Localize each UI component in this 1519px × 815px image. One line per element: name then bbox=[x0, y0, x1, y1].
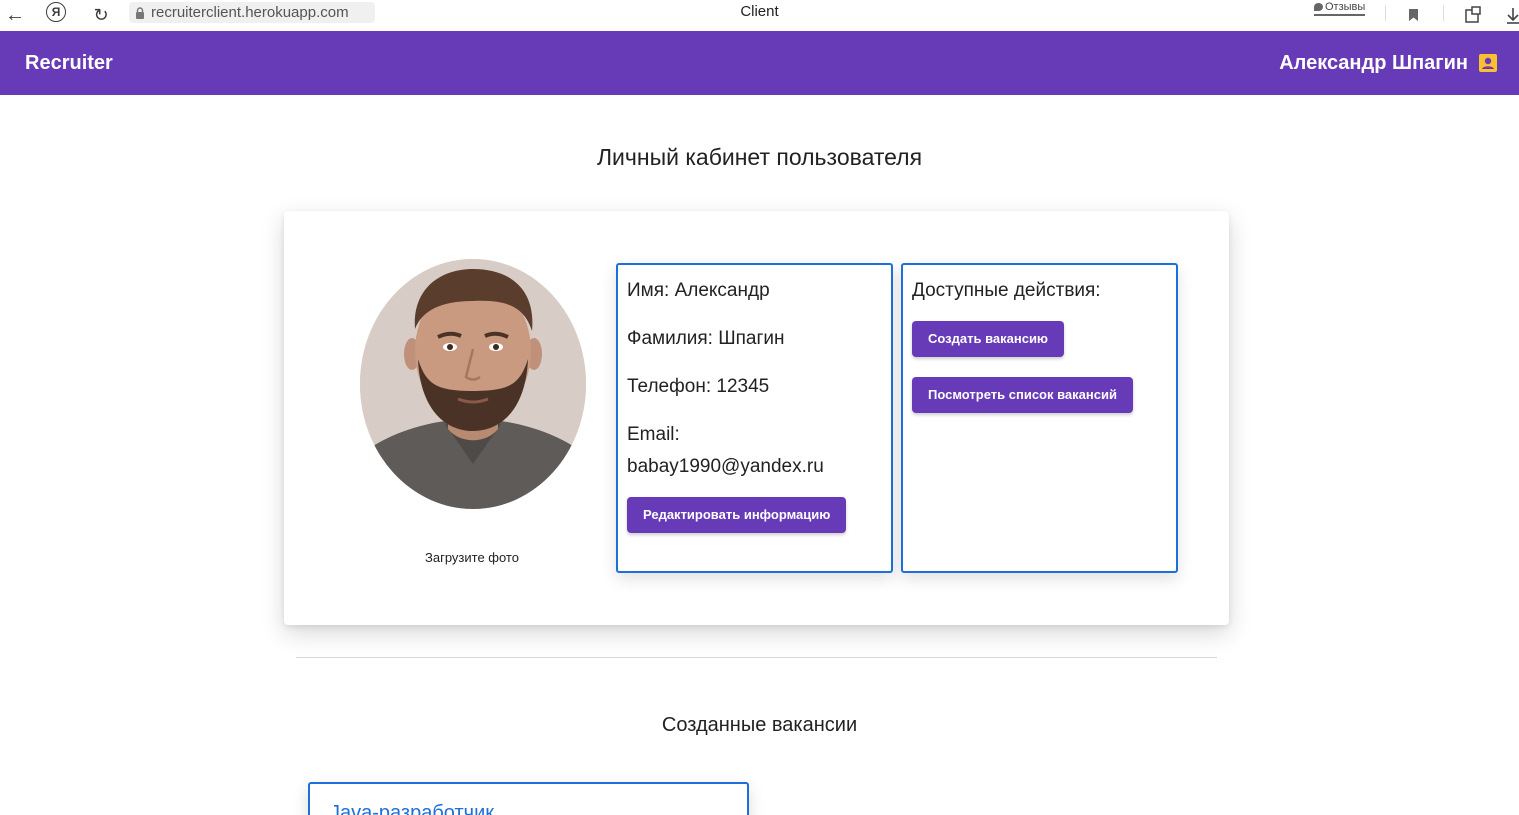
vacancy-title-link[interactable]: Java-разработчик bbox=[330, 802, 494, 815]
browser-toolbar: ← Я ↻ recruiterclient.herokuapp.com Clie… bbox=[0, 0, 1519, 31]
profile-card: Загрузите фото Имя: Александр Фамилия: Ш… bbox=[284, 211, 1229, 625]
extensions-icon[interactable] bbox=[1462, 4, 1484, 26]
bookmark-icon[interactable] bbox=[1402, 4, 1424, 26]
first-name-text: Имя: Александр bbox=[627, 280, 770, 301]
last-name-text: Фамилия: Шпагин bbox=[627, 328, 785, 349]
page-tab-title: Client bbox=[740, 3, 779, 20]
email-value: babay1990@yandex.ru bbox=[627, 456, 824, 477]
feedback-button[interactable]: Отзывы bbox=[1314, 1, 1366, 16]
back-arrow-icon[interactable]: ← bbox=[4, 4, 26, 26]
url-text: recruiterclient.herokuapp.com bbox=[151, 4, 349, 21]
phone-text: Телефон: 12345 bbox=[627, 376, 770, 397]
page-title: Личный кабинет пользователя bbox=[596, 144, 923, 170]
yandex-glyph: Я bbox=[51, 5, 61, 19]
actions-panel: Доступные действия: Создать вакансию Пос… bbox=[901, 263, 1178, 573]
toolbar-divider bbox=[1385, 5, 1386, 21]
actions-title: Доступные действия: bbox=[912, 280, 1101, 301]
vacancy-card[interactable]: Java-разработчик bbox=[308, 782, 749, 815]
toolbar-divider bbox=[1443, 5, 1444, 21]
user-info-panel: Имя: Александр Фамилия: Шпагин Телефон: … bbox=[616, 263, 893, 573]
feedback-label: Отзывы bbox=[1325, 1, 1366, 13]
created-vacancies-title: Созданные вакансии bbox=[661, 714, 858, 736]
account-box-icon[interactable] bbox=[1478, 53, 1498, 73]
upload-photo-link[interactable]: Загрузите фото bbox=[402, 550, 542, 565]
user-menu[interactable]: Александр Шпагин bbox=[1279, 52, 1498, 75]
brand-logo-text[interactable]: Recruiter bbox=[25, 52, 113, 75]
edit-info-button[interactable]: Редактировать информацию bbox=[627, 497, 847, 533]
lock-icon bbox=[129, 6, 151, 19]
user-name[interactable]: Александр Шпагин bbox=[1279, 52, 1468, 75]
create-vacancy-button[interactable]: Создать вакансию bbox=[912, 321, 1065, 357]
app-header: Recruiter Александр Шпагин bbox=[0, 31, 1519, 95]
yandex-icon[interactable]: Я bbox=[46, 2, 66, 22]
reload-icon[interactable]: ↻ bbox=[90, 4, 112, 26]
email-label: Email: bbox=[627, 424, 680, 445]
avatar[interactable] bbox=[360, 259, 586, 509]
address-bar[interactable]: recruiterclient.herokuapp.com bbox=[129, 2, 375, 23]
section-divider bbox=[296, 657, 1217, 658]
speech-bubble-icon bbox=[1314, 3, 1323, 11]
view-vacancies-button[interactable]: Посмотреть список вакансий bbox=[912, 377, 1133, 413]
download-icon[interactable] bbox=[1506, 4, 1519, 26]
